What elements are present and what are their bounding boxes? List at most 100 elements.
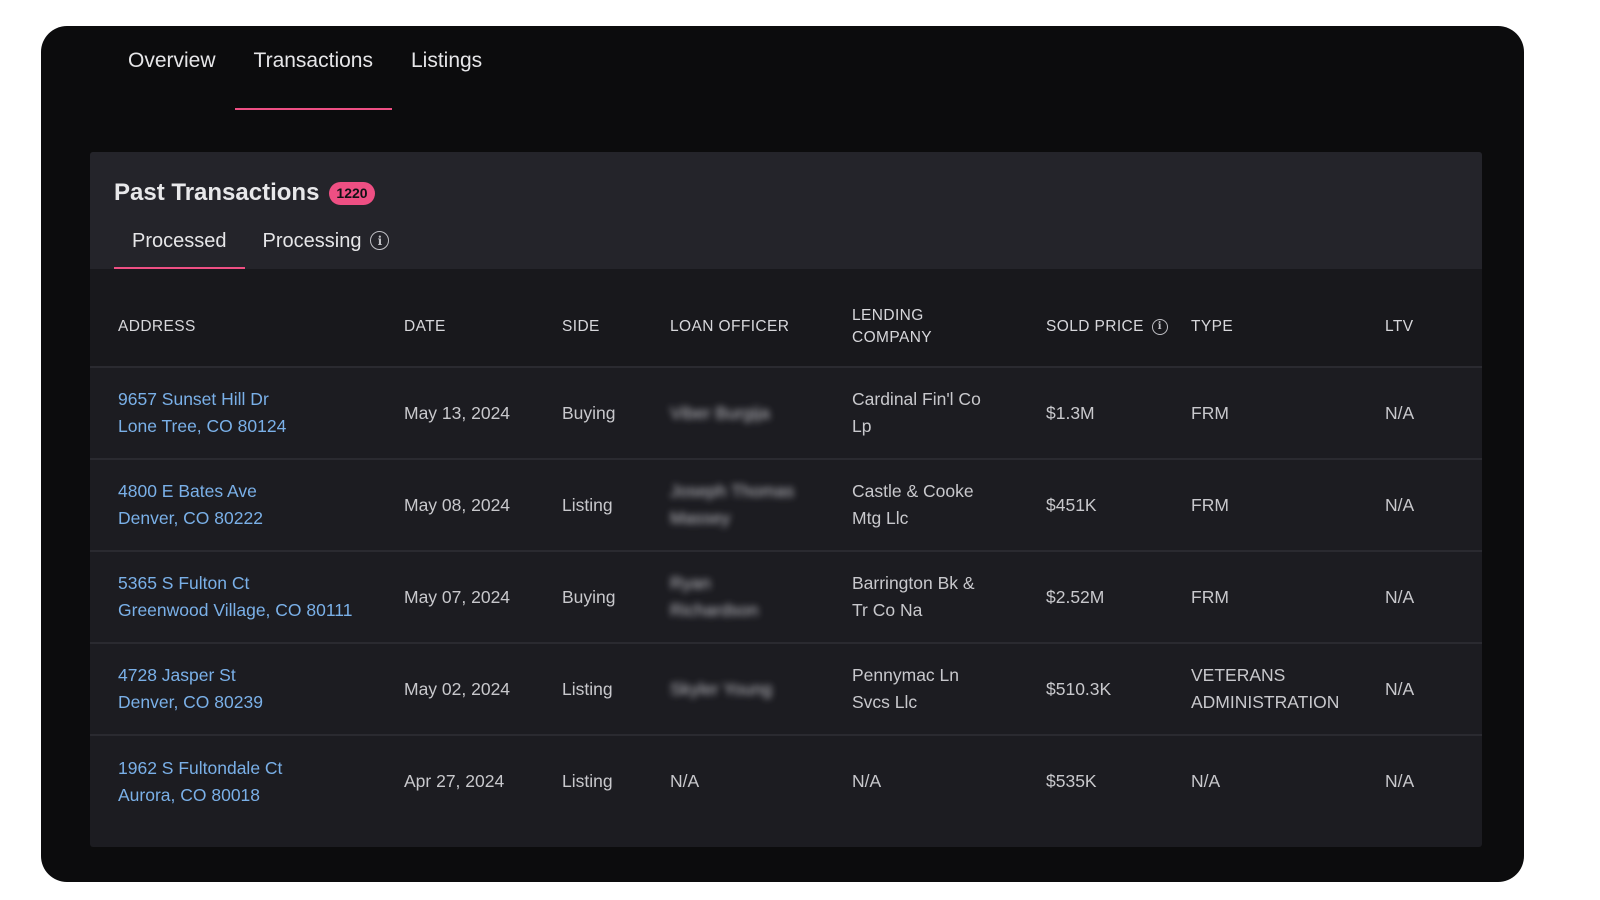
side-cell: Listing xyxy=(562,771,613,791)
address-link-line1[interactable]: 5365 S Fulton Ct xyxy=(118,573,249,593)
address-cell[interactable]: 4728 Jasper St Denver, CO 80239 xyxy=(90,643,404,735)
count-badge: 1220 xyxy=(329,181,375,205)
loan-officer-cell: Joseph Thomas Massey xyxy=(670,459,852,551)
column-header-address[interactable]: ADDRESS xyxy=(90,269,404,367)
table-row[interactable]: 5365 S Fulton Ct Greenwood Village, CO 8… xyxy=(90,551,1482,643)
lending-company-cell: Barrington Bk & Tr Co Na xyxy=(852,551,1046,643)
side-cell: Buying xyxy=(562,402,616,423)
column-header-side[interactable]: SIDE xyxy=(562,269,670,367)
transactions-table: ADDRESS DATE SIDE LOAN OFFICER LENDING C… xyxy=(90,269,1482,827)
date-cell: May 07, 2024 xyxy=(404,586,511,607)
loan-officer-name-line1: Viber Burgija xyxy=(670,402,770,423)
lending-company-cell: Pennymac Ln Svcs Llc xyxy=(852,643,1046,735)
side-cell: Listing xyxy=(562,678,613,699)
type-line1: VETERANS xyxy=(1191,665,1286,685)
date-cell: May 02, 2024 xyxy=(404,678,511,699)
loan-officer-cell: N/A xyxy=(670,771,700,791)
sold-price-cell: $535K xyxy=(1046,771,1097,791)
lending-company-line1: Cardinal Fin'l Co xyxy=(852,389,981,409)
address-link-line1[interactable]: 4728 Jasper St xyxy=(118,665,236,685)
tab-processed-label: Processed xyxy=(132,230,227,252)
table-header: ADDRESS DATE SIDE LOAN OFFICER LENDING C… xyxy=(90,269,1482,367)
sold-price-cell: $2.52M xyxy=(1046,586,1105,607)
lending-company-line1: Castle & Cooke xyxy=(852,481,974,501)
sold-price-cell: $451K xyxy=(1046,494,1097,515)
tab-processing[interactable]: Processing i xyxy=(245,229,408,269)
card-header: Past Transactions 1220 Processed Process… xyxy=(90,152,1482,269)
address-link-line2[interactable]: Lone Tree, CO 80124 xyxy=(118,416,286,436)
tab-overview[interactable]: Overview xyxy=(109,48,235,110)
address-link-line2[interactable]: Denver, CO 80222 xyxy=(118,508,263,528)
loan-officer-name-line1: Ryan xyxy=(670,573,711,593)
loan-officer-name-line2: Richardson xyxy=(670,600,759,620)
lending-company-line2: Svcs Llc xyxy=(852,692,918,712)
tab-listings[interactable]: Listings xyxy=(392,48,501,110)
type-line2: ADMINISTRATION xyxy=(1191,692,1340,712)
address-cell[interactable]: 1962 S Fultondale Ct Aurora, CO 80018 xyxy=(90,735,404,827)
table-row[interactable]: 4800 E Bates Ave Denver, CO 80222 May 08… xyxy=(90,459,1482,551)
table-body: 9657 Sunset Hill Dr Lone Tree, CO 80124 … xyxy=(90,367,1482,827)
sold-price-header-label: SOLD PRICE xyxy=(1046,317,1144,335)
lending-company-line1: Pennymac Ln xyxy=(852,665,960,685)
sold-price-cell: $510.3K xyxy=(1046,678,1112,699)
type-cell: VETERANS ADMINISTRATION xyxy=(1191,643,1385,735)
ltv-cell: N/A xyxy=(1385,402,1415,423)
address-cell[interactable]: 9657 Sunset Hill Dr Lone Tree, CO 80124 xyxy=(90,367,404,459)
column-header-loan-officer[interactable]: LOAN OFFICER xyxy=(670,269,852,367)
lending-company-cell: N/A xyxy=(852,771,882,791)
past-transactions-card: Past Transactions 1220 Processed Process… xyxy=(90,152,1482,847)
column-header-ltv[interactable]: LTV xyxy=(1385,269,1482,367)
address-link-line1[interactable]: 4800 E Bates Ave xyxy=(118,481,257,501)
loan-officer-name-line1: Skyler Young xyxy=(670,678,773,699)
tab-processed[interactable]: Processed xyxy=(114,229,245,269)
info-icon[interactable]: i xyxy=(1151,318,1168,335)
table-row[interactable]: 4728 Jasper St Denver, CO 80239 May 02, … xyxy=(90,643,1482,735)
lending-company-header-line1: LENDING xyxy=(852,306,924,324)
type-cell: N/A xyxy=(1191,771,1221,791)
address-link-line2[interactable]: Denver, CO 80239 xyxy=(118,692,263,712)
date-cell: May 08, 2024 xyxy=(404,494,511,515)
table-row[interactable]: 1962 S Fultondale Ct Aurora, CO 80018 Ap… xyxy=(90,735,1482,827)
sub-tabs: Processed Processing i xyxy=(114,229,407,269)
loan-officer-cell: Ryan Richardson xyxy=(670,551,852,643)
address-link-line1[interactable]: 9657 Sunset Hill Dr xyxy=(118,389,269,409)
lending-company-cell: Castle & Cooke Mtg Llc xyxy=(852,459,1046,551)
tab-transactions[interactable]: Transactions xyxy=(234,48,393,110)
lending-company-line2: Lp xyxy=(852,416,872,436)
column-header-date[interactable]: DATE xyxy=(404,269,562,367)
address-link-line2[interactable]: Aurora, CO 80018 xyxy=(118,785,260,805)
info-icon[interactable]: i xyxy=(370,231,390,250)
address-link-line1[interactable]: 1962 S Fultondale Ct xyxy=(118,758,282,778)
type-cell: FRM xyxy=(1191,402,1229,423)
side-cell: Buying xyxy=(562,586,616,607)
address-cell[interactable]: 4800 E Bates Ave Denver, CO 80222 xyxy=(90,459,404,551)
ltv-cell: N/A xyxy=(1385,586,1415,607)
type-cell: FRM xyxy=(1191,586,1229,607)
card-title-row: Past Transactions 1220 xyxy=(114,178,375,208)
type-cell: FRM xyxy=(1191,494,1229,515)
column-header-lending-company[interactable]: LENDING COMPANY xyxy=(852,269,1046,367)
lending-company-line1: Barrington Bk & xyxy=(852,573,975,593)
ltv-cell: N/A xyxy=(1385,494,1415,515)
date-cell: Apr 27, 2024 xyxy=(404,771,505,791)
loan-officer-cell: Skyler Young xyxy=(670,643,852,735)
address-link-line2[interactable]: Greenwood Village, CO 80111 xyxy=(118,600,352,620)
column-header-sold-price[interactable]: SOLD PRICE i xyxy=(1046,269,1191,367)
lending-company-header-line2: COMPANY xyxy=(852,328,933,346)
top-tabs: Overview Transactions Listings xyxy=(109,48,501,110)
lending-company-cell: Cardinal Fin'l Co Lp xyxy=(852,367,1046,459)
side-cell: Listing xyxy=(562,494,613,515)
app-frame: Overview Transactions Listings Past Tran… xyxy=(41,26,1524,882)
lending-company-line2: Tr Co Na xyxy=(852,600,923,620)
ltv-cell: N/A xyxy=(1385,771,1415,791)
column-header-type[interactable]: TYPE xyxy=(1191,269,1385,367)
loan-officer-cell: Viber Burgija xyxy=(670,367,852,459)
sold-price-cell: $1.3M xyxy=(1046,402,1095,423)
table-row[interactable]: 9657 Sunset Hill Dr Lone Tree, CO 80124 … xyxy=(90,367,1482,459)
address-cell[interactable]: 5365 S Fulton Ct Greenwood Village, CO 8… xyxy=(90,551,404,643)
lending-company-line2: Mtg Llc xyxy=(852,508,909,528)
ltv-cell: N/A xyxy=(1385,678,1415,699)
section-title: Past Transactions xyxy=(114,179,320,206)
tab-processing-label: Processing xyxy=(262,230,362,252)
loan-officer-name-line2: Massey xyxy=(670,508,731,528)
